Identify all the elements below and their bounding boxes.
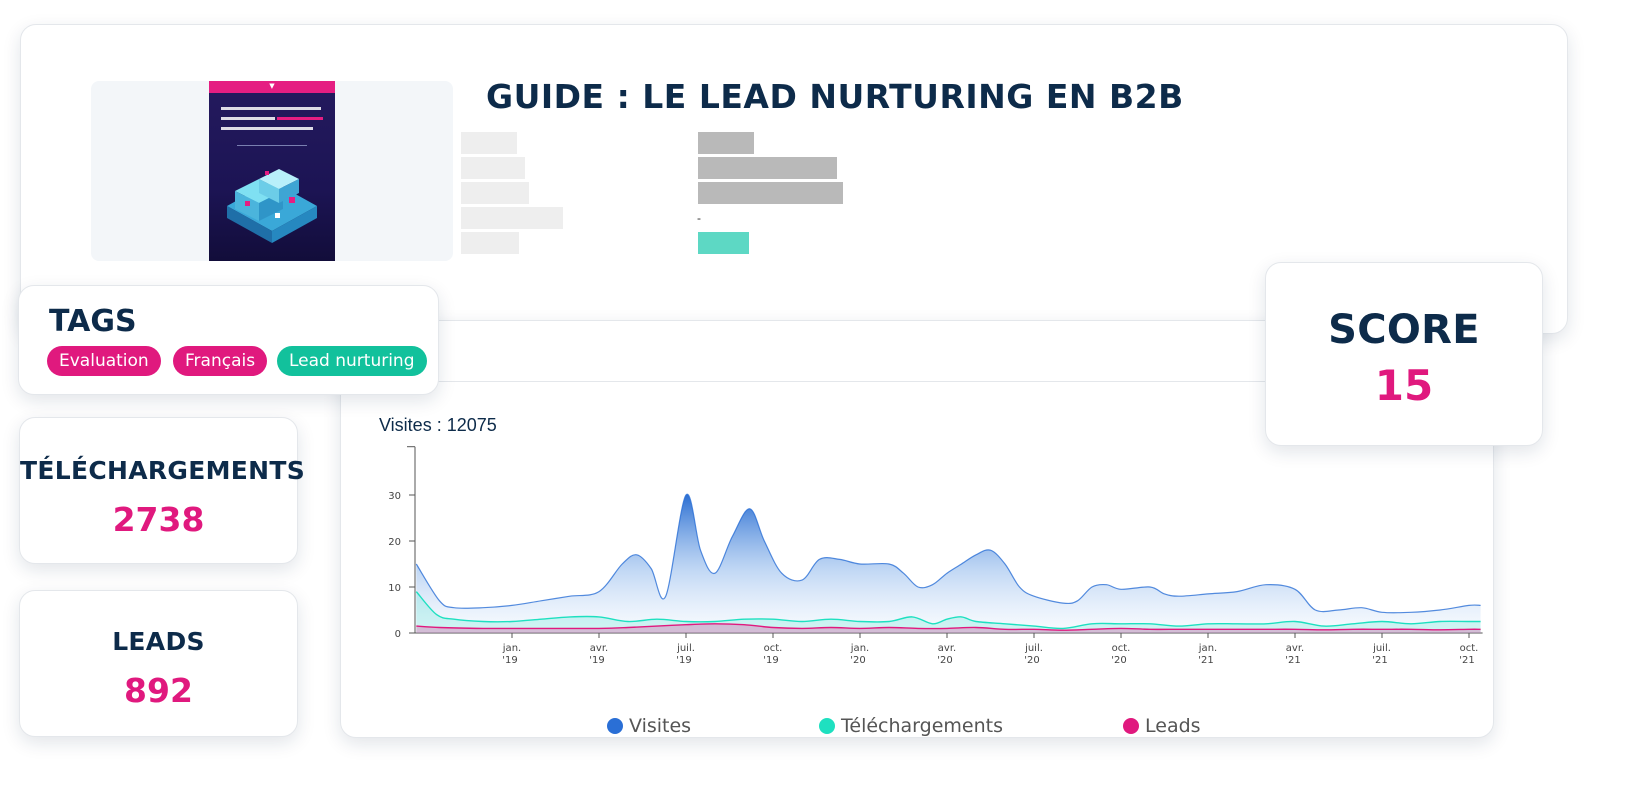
document-title: GUIDE : LE LEAD NURTURING EN B2B xyxy=(486,77,1184,116)
legend-label: Téléchargements xyxy=(841,715,1003,737)
tag-lead-nurturing[interactable]: Lead nurturing xyxy=(277,346,427,376)
legend-item-visites[interactable]: Visites xyxy=(607,715,691,737)
status-badge-redacted xyxy=(698,232,749,254)
legend-label: Visites xyxy=(629,715,692,737)
x-tick-label-month: avr. xyxy=(938,643,956,654)
x-tick-label-year: '20 xyxy=(1024,655,1039,666)
downloads-value: 2738 xyxy=(112,500,205,539)
cover-line xyxy=(221,117,275,120)
x-tick-label-month: jan. xyxy=(1198,643,1217,654)
tag-evaluation[interactable]: Evaluation xyxy=(47,346,161,376)
legend-dot-icon xyxy=(607,718,623,734)
x-tick-label-month: jan. xyxy=(502,643,521,654)
x-tick-label-year: '21 xyxy=(1459,655,1474,666)
x-tick-label-month: oct. xyxy=(764,643,783,654)
redacted-label xyxy=(461,132,517,154)
info-dash: - xyxy=(697,211,701,225)
x-tick-label-month: oct. xyxy=(1460,643,1479,654)
tags-card: TAGS Evaluation Français Lead nurturing xyxy=(18,285,439,395)
downloads-stat-card: TÉLÉCHARGEMENTS 2738 xyxy=(19,417,306,564)
y-tick-label: 30 xyxy=(388,491,401,502)
x-tick-label-year: '21 xyxy=(1285,655,1300,666)
x-tick-label-year: '20 xyxy=(850,655,865,666)
x-tick-label-year: '20 xyxy=(937,655,952,666)
y-tick-label: 0 xyxy=(395,629,401,640)
x-tick-label-month: juil. xyxy=(676,643,695,654)
redacted-value xyxy=(698,157,837,179)
legend-dot-icon xyxy=(1123,718,1139,734)
x-tick-label-month: avr. xyxy=(1286,643,1304,654)
score-card: SCORE 15 xyxy=(1265,262,1543,446)
x-tick-label-year: '19 xyxy=(676,655,691,666)
x-tick-label-month: avr. xyxy=(590,643,608,654)
legend-label: Leads xyxy=(1145,715,1201,737)
redacted-value xyxy=(698,182,843,204)
x-tick-label-year: '19 xyxy=(589,655,604,666)
score-value: 15 xyxy=(1374,361,1434,410)
cover-divider xyxy=(237,145,307,146)
legend-dot-icon xyxy=(819,718,835,734)
x-tick-label-month: jan. xyxy=(850,643,869,654)
legend-item-telechargements[interactable]: Téléchargements xyxy=(819,715,1003,737)
x-tick-label-month: oct. xyxy=(1112,643,1131,654)
leads-label: LEADS xyxy=(112,627,205,656)
x-tick-label-year: '19 xyxy=(763,655,778,666)
y-tick-label: 20 xyxy=(388,537,401,548)
cover-isometric-illustration xyxy=(227,169,317,243)
redacted-label xyxy=(461,232,519,254)
x-tick-label-year: '19 xyxy=(502,655,517,666)
x-tick-label-month: juil. xyxy=(1024,643,1043,654)
x-tick-label-year: '21 xyxy=(1372,655,1387,666)
y-tick-label: 10 xyxy=(388,583,401,594)
cover-line-accent xyxy=(277,117,323,120)
tag-francais[interactable]: Français xyxy=(173,346,268,376)
downloads-label: TÉLÉCHARGEMENTS xyxy=(20,456,306,485)
cover-line xyxy=(221,127,313,130)
document-cover-image[interactable]: ▼ xyxy=(209,81,335,261)
redacted-label xyxy=(461,182,529,204)
x-tick-label-year: '20 xyxy=(1111,655,1126,666)
leads-value: 892 xyxy=(124,671,193,710)
leads-stat-card: LEADS 892 xyxy=(19,590,298,737)
score-label: SCORE xyxy=(1328,307,1480,353)
x-tick-label-year: '21 xyxy=(1198,655,1213,666)
cover-line xyxy=(221,107,321,110)
document-thumbnail-area: ▼ xyxy=(91,81,453,261)
legend-item-leads[interactable]: Leads xyxy=(1123,715,1201,737)
redacted-label xyxy=(461,157,525,179)
x-tick-label-month: juil. xyxy=(1372,643,1391,654)
tags-title: TAGS xyxy=(49,304,137,339)
cover-logo: ▼ xyxy=(269,82,275,90)
redacted-value xyxy=(698,132,754,154)
series-visites-area xyxy=(416,494,1481,633)
redacted-label xyxy=(461,207,563,229)
